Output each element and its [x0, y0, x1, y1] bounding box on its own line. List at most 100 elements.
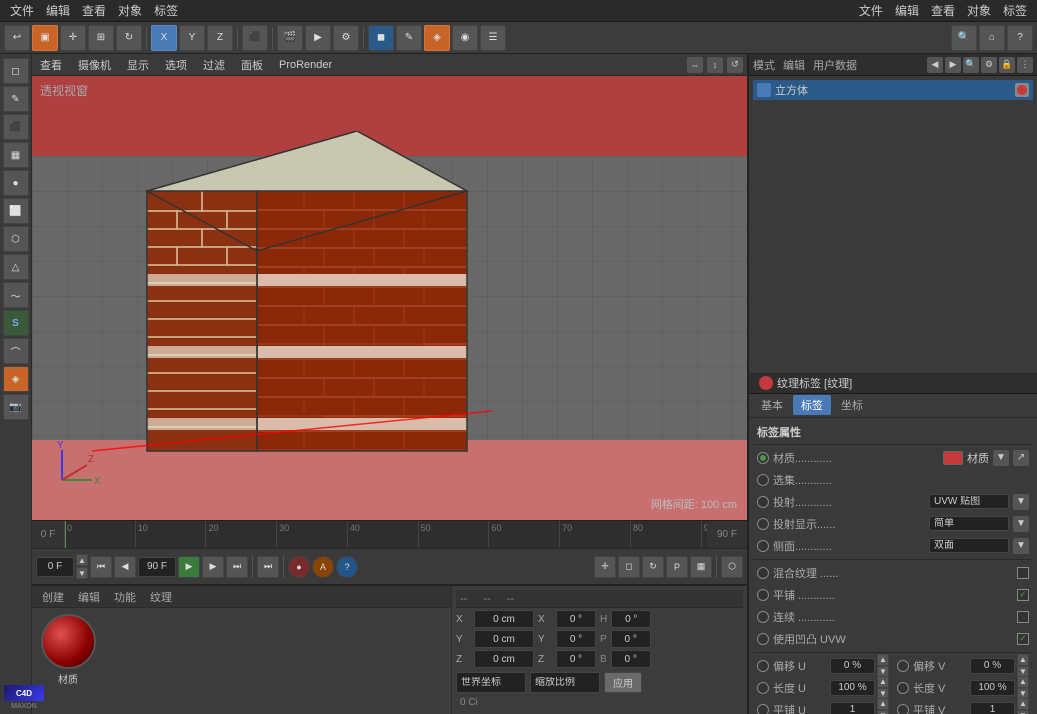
- vp-tab-filter[interactable]: 过滤: [199, 57, 229, 73]
- y-axis-btn[interactable]: Y: [179, 25, 205, 51]
- z-axis-btn[interactable]: Z: [207, 25, 233, 51]
- obj-item-cube[interactable]: 立方体: [753, 80, 1033, 100]
- render-region[interactable]: 🎬: [277, 25, 303, 51]
- prop-material-radio[interactable]: [757, 452, 769, 464]
- right-menu-tag[interactable]: 标签: [997, 2, 1033, 19]
- texture-tool[interactable]: ◈: [424, 25, 450, 51]
- material-color-swatch[interactable]: [943, 451, 963, 465]
- right-menu-object[interactable]: 对象: [961, 2, 997, 19]
- undo-btn[interactable]: ↩: [4, 25, 30, 51]
- pb-tool-1[interactable]: ✛: [594, 556, 616, 578]
- play-btn[interactable]: ▶: [178, 556, 200, 578]
- bp-uv-tool[interactable]: ◉: [452, 25, 478, 51]
- search-right-icon[interactable]: ▶: [945, 57, 961, 73]
- go-start-btn[interactable]: ⏮: [90, 556, 112, 578]
- timeline[interactable]: 0 F 0 10 20 30 40 50 60 70 80 90 90 F: [32, 520, 747, 548]
- right-menu-file[interactable]: 文件: [853, 2, 889, 19]
- material-ball-0[interactable]: [41, 614, 96, 669]
- tag-tab-coord[interactable]: 坐标: [833, 395, 871, 415]
- tag-tab-label[interactable]: 标签: [793, 395, 831, 415]
- coord-z-pos[interactable]: [474, 650, 534, 668]
- render-settings[interactable]: ⚙: [333, 25, 359, 51]
- tool-grid[interactable]: ▦: [3, 142, 29, 168]
- menu-object[interactable]: 对象: [112, 2, 148, 19]
- mat-tab-function[interactable]: 功能: [110, 589, 140, 605]
- prop-uvw-radio[interactable]: [757, 633, 769, 645]
- pb-tool-6[interactable]: ⬡: [721, 556, 743, 578]
- end-frame-field[interactable]: [138, 557, 176, 577]
- prop-mix-radio[interactable]: [757, 567, 769, 579]
- right-menu-view[interactable]: 查看: [925, 2, 961, 19]
- vp-icon-3[interactable]: ↺: [727, 57, 743, 73]
- vp-tab-options[interactable]: 选项: [161, 57, 191, 73]
- prop-proj-display-radio[interactable]: [757, 518, 769, 530]
- obj-tag-icon[interactable]: [1015, 83, 1029, 97]
- tile-checkbox[interactable]: ✓: [1017, 589, 1029, 601]
- help-circle-btn[interactable]: ?: [336, 556, 358, 578]
- prop-length-u-radio[interactable]: [757, 682, 769, 694]
- timeline-bar[interactable]: 0 10 20 30 40 50 60 70 80 90: [64, 521, 707, 548]
- coord-x-pos[interactable]: [474, 610, 534, 628]
- mat-tab-texture[interactable]: 纹理: [146, 589, 176, 605]
- length-v-field[interactable]: [970, 680, 1015, 696]
- prev-frame-btn[interactable]: ◀: [114, 556, 136, 578]
- prop-continuous-radio[interactable]: [757, 611, 769, 623]
- select-tool[interactable]: ▣: [32, 25, 58, 51]
- help-btn[interactable]: ?: [1007, 25, 1033, 51]
- tool-cube2[interactable]: ⬜: [3, 198, 29, 224]
- tile-u-up[interactable]: ▲: [877, 698, 889, 710]
- projection-arrow[interactable]: ▼: [1013, 494, 1029, 510]
- prop-selection-radio[interactable]: [757, 474, 769, 486]
- tool-cylinder[interactable]: ⬡: [3, 226, 29, 252]
- prop-offset-u-radio[interactable]: [757, 660, 769, 672]
- continuous-checkbox[interactable]: [1017, 611, 1029, 623]
- vp-icon-2[interactable]: ↕: [707, 57, 723, 73]
- right-menu-edit[interactable]: 编辑: [889, 2, 925, 19]
- frame-down[interactable]: ▼: [76, 567, 88, 579]
- obj-extra-icon[interactable]: ⋮: [1017, 57, 1033, 73]
- rotate-tool[interactable]: ↻: [116, 25, 142, 51]
- coord-p-val[interactable]: [611, 630, 651, 648]
- prop-side-dropdown[interactable]: 双面: [929, 538, 1009, 553]
- search-btn[interactable]: 🔍: [951, 25, 977, 51]
- coord-apply-btn[interactable]: 应用: [604, 672, 642, 693]
- search-left-icon[interactable]: ◀: [927, 57, 943, 73]
- search-icon[interactable]: 🔍: [963, 57, 979, 73]
- uvw-checkbox[interactable]: ✓: [1017, 633, 1029, 645]
- current-frame-field[interactable]: [36, 557, 74, 577]
- obj-menu-edit[interactable]: 编辑: [783, 57, 805, 73]
- prop-tile-u-radio[interactable]: [757, 704, 769, 714]
- coord-b-val[interactable]: [611, 650, 651, 668]
- pb-tool-3[interactable]: ↻: [642, 556, 664, 578]
- tool-camera[interactable]: 📷: [3, 394, 29, 420]
- extra-tool[interactable]: ☰: [480, 25, 506, 51]
- prop-projection-radio[interactable]: [757, 496, 769, 508]
- vp-tab-panel[interactable]: 面板: [237, 57, 267, 73]
- tile-v-up[interactable]: ▲: [1017, 698, 1029, 710]
- material-btn-2[interactable]: ↗: [1013, 450, 1029, 466]
- coord-y-rot[interactable]: [556, 630, 596, 648]
- mix-checkbox[interactable]: [1017, 567, 1029, 579]
- prop-tile-radio[interactable]: [757, 589, 769, 601]
- offset-v-up[interactable]: ▲: [1017, 654, 1029, 666]
- tool-active[interactable]: ◈: [3, 366, 29, 392]
- coord-world-dropdown[interactable]: 世界坐标: [456, 672, 526, 693]
- viewport-3d[interactable]: 透视视窗: [32, 76, 747, 520]
- prop-length-v-radio[interactable]: [897, 682, 909, 694]
- coord-x-rot[interactable]: [556, 610, 596, 628]
- coord-h-val[interactable]: [611, 610, 651, 628]
- scale-tool[interactable]: ⊞: [88, 25, 114, 51]
- menu-tag[interactable]: 标签: [148, 2, 184, 19]
- move-tool[interactable]: ✛: [60, 25, 86, 51]
- tool-bend[interactable]: ⌒: [3, 338, 29, 364]
- next-frame-btn[interactable]: ▶: [202, 556, 224, 578]
- vp-icon-1[interactable]: ⇔: [687, 57, 703, 73]
- record-start-btn[interactable]: ⏭: [257, 556, 279, 578]
- obj-lock-icon[interactable]: 🔒: [999, 57, 1015, 73]
- tile-u-down[interactable]: ▼: [877, 710, 889, 714]
- sculpt-tool[interactable]: ✎: [396, 25, 422, 51]
- tile-v-down[interactable]: ▼: [1017, 710, 1029, 714]
- prop-side-radio[interactable]: [757, 540, 769, 552]
- length-v-up[interactable]: ▲: [1017, 676, 1029, 688]
- x-axis-btn[interactable]: X: [151, 25, 177, 51]
